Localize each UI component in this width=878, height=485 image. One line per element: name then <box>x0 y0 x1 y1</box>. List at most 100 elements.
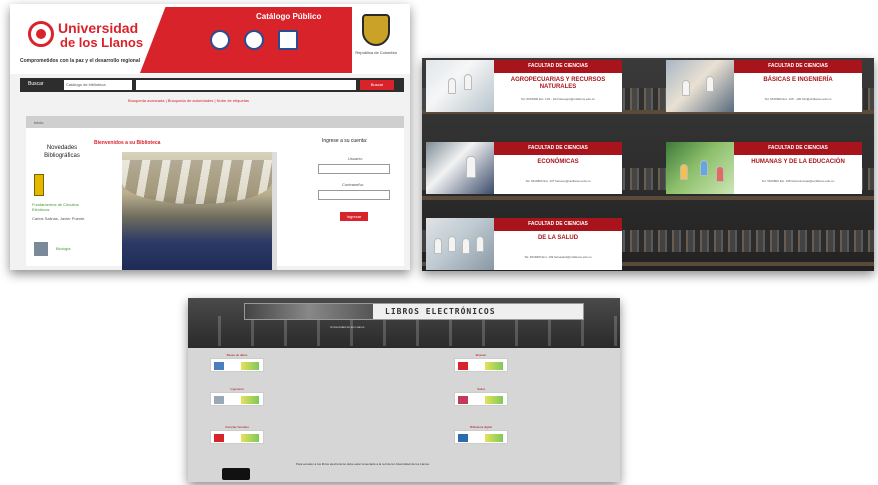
colombia-crest-icon <box>362 14 390 46</box>
person-figure <box>700 160 708 176</box>
ebook-resource-link[interactable] <box>210 358 264 372</box>
university-logo-icon[interactable] <box>28 21 54 47</box>
faculty-name: DE LA SALUD <box>494 235 622 242</box>
library-photo <box>122 152 272 270</box>
shelf <box>422 196 874 200</box>
faculty-card-basicas[interactable]: FACULTAD DE CIENCIAS BÁSICAS E INGENIERÍ… <box>666 60 862 112</box>
publisher-logo-icon <box>458 362 468 370</box>
user-field[interactable] <box>318 164 390 174</box>
partner-logo-icon <box>485 434 503 442</box>
ebook-resource-link[interactable] <box>210 430 264 444</box>
faculty-photo <box>666 60 734 112</box>
catalog-title: Catálogo Público <box>256 12 322 21</box>
faculty-contact: Tel: 6616800 Ext. 107 facueco@unillanos.… <box>525 179 591 183</box>
ebooks-screenshot: LIBROS ELECTRÓNICOS Universidad de los L… <box>188 298 620 482</box>
person-figure <box>434 238 442 254</box>
faculty-card-header: FACULTAD DE CIENCIAS <box>494 60 622 73</box>
faculty-name: ECONÓMICAS <box>494 159 622 166</box>
ebook-resource-link[interactable] <box>454 430 508 444</box>
person-figure <box>462 238 470 254</box>
search-links[interactable]: Búsqueda avanzada | Búsqueda de autorida… <box>128 98 249 103</box>
publisher-logo-icon <box>458 434 468 442</box>
password-label: Contraseña: <box>342 182 364 187</box>
ebook-resource-link[interactable] <box>210 392 264 406</box>
accreditation-seal-icon <box>210 30 230 50</box>
book-title-link[interactable]: Fundamentos de Circuitos Eléctricos <box>32 202 92 212</box>
resource-caption: Elsevier <box>475 353 487 357</box>
faculty-card-header: FACULTAD DE CIENCIAS <box>494 142 622 155</box>
book-cover-image[interactable] <box>34 174 44 196</box>
ebooks-title: LIBROS ELECTRÓNICOS <box>385 307 496 316</box>
faculty-card-humanas[interactable]: FACULTAD DE CIENCIAS HUMANAS Y DE LA EDU… <box>666 142 862 194</box>
faculty-contact: Tel: 6616800 Ext. 108 facuhumanas@unilla… <box>761 179 835 183</box>
partner-logo-icon <box>485 396 503 404</box>
access-note: Para acceder a los libros electrónicos d… <box>296 462 430 466</box>
person-figure <box>464 74 472 90</box>
publisher-logo-icon <box>214 396 224 404</box>
search-input[interactable] <box>136 80 356 90</box>
ebooks-subtitle: Universidad de los Llanos <box>330 325 365 329</box>
person-figure <box>706 76 714 92</box>
tagline: Comprometidos con la paz y el desarrollo… <box>20 58 141 64</box>
publisher-logo-icon <box>214 362 224 370</box>
faculty-contact: Tel: 6616800 Ext. 105 - 106 fcbi@unillan… <box>764 97 832 101</box>
person-figure <box>682 80 690 96</box>
user-label: Usuario: <box>348 156 363 161</box>
header-background <box>188 316 620 346</box>
ebook-reader-logo-icon[interactable] <box>222 468 250 480</box>
faculty-card-body: AGROPECUARIAS Y RECURSOS NATURALES Tel: … <box>494 73 622 112</box>
faculty-card-salud[interactable]: FACULTAD DE CIENCIAS DE LA SALUD Tel: 66… <box>426 218 622 270</box>
ebooks-banner: LIBROS ELECTRÓNICOS <box>244 303 584 320</box>
faculty-contact: Tel: 6616800 Ext. 103 - 104 facuagro@uni… <box>521 97 595 101</box>
catalog-header: Universidad de los Llanos Comprometidos … <box>10 4 410 74</box>
book-title-link[interactable]: Biología <box>56 246 70 251</box>
quality-seal-icon <box>278 30 298 50</box>
crest-caption: República de Colombia <box>355 50 397 55</box>
person-figure <box>476 236 484 252</box>
logo-text-line1[interactable]: Universidad <box>58 20 138 36</box>
faculty-photo <box>426 60 494 112</box>
search-scope-select[interactable]: Catálogo de biblioteca <box>64 80 132 90</box>
publisher-logo-icon <box>214 434 224 442</box>
faculty-card-agro[interactable]: FACULTAD DE CIENCIAS AGROPECUARIAS Y REC… <box>426 60 622 112</box>
faculties-screenshot: FACULTAD DE CIENCIAS AGROPECUARIAS Y REC… <box>422 58 874 271</box>
ebooks-header: LIBROS ELECTRÓNICOS Universidad de los L… <box>188 298 620 348</box>
book-cover-image[interactable] <box>34 242 48 256</box>
person-figure <box>448 236 456 252</box>
faculty-name: HUMANAS Y DE LA EDUCACIÓN <box>734 159 862 166</box>
faculty-card-body: DE LA SALUD Tel: 6616800 Ext. 109 facusa… <box>494 231 622 270</box>
faculty-card-body: ECONÓMICAS Tel: 6616800 Ext. 107 facueco… <box>494 155 622 194</box>
search-button[interactable]: Buscar <box>360 80 394 90</box>
faculty-card-economicas[interactable]: FACULTAD DE CIENCIAS ECONÓMICAS Tel: 661… <box>426 142 622 194</box>
book-author: Carlos Salinas, Javier Puente <box>32 216 85 221</box>
search-bar: Buscar Catálogo de biblioteca Buscar <box>20 78 404 92</box>
person-figure <box>448 78 456 94</box>
person-figure <box>466 156 476 178</box>
resource-caption: Ciencias Sociales <box>225 425 249 429</box>
login-title: Ingrese a su cuenta: <box>322 138 368 144</box>
photo-scrollbar[interactable] <box>272 152 277 270</box>
person-figure <box>680 164 688 180</box>
faculty-card-header: FACULTAD DE CIENCIAS <box>734 142 862 155</box>
ebook-resource-link[interactable] <box>454 392 508 406</box>
logo-text-line2[interactable]: de los Llanos <box>60 35 143 50</box>
faculty-card-header: FACULTAD DE CIENCIAS <box>734 60 862 73</box>
person-figure <box>716 166 724 182</box>
ebook-resource-link[interactable] <box>454 358 508 372</box>
banner-photo <box>245 304 373 319</box>
search-label: Buscar <box>28 81 44 87</box>
partner-logo-icon <box>485 362 503 370</box>
resource-caption: Ingeniería <box>230 387 244 391</box>
publisher-logo-icon <box>458 396 468 404</box>
catalog-screenshot: Universidad de los Llanos Comprometidos … <box>10 4 410 270</box>
password-field[interactable] <box>318 190 390 200</box>
faculty-photo <box>426 142 494 194</box>
faculty-photo <box>666 142 734 194</box>
login-button[interactable]: Ingresar <box>340 212 368 221</box>
partner-logo-icon <box>241 434 259 442</box>
novedades-title: Novedades Bibliográficas <box>44 145 80 159</box>
faculty-card-body: BÁSICAS E INGENIERÍA Tel: 6616800 Ext. 1… <box>734 73 862 112</box>
breadcrumb[interactable]: Inicio <box>26 116 404 128</box>
faculty-card-body: HUMANAS Y DE LA EDUCACIÓN Tel: 6616800 E… <box>734 155 862 194</box>
resource-caption: Salud <box>477 387 485 391</box>
